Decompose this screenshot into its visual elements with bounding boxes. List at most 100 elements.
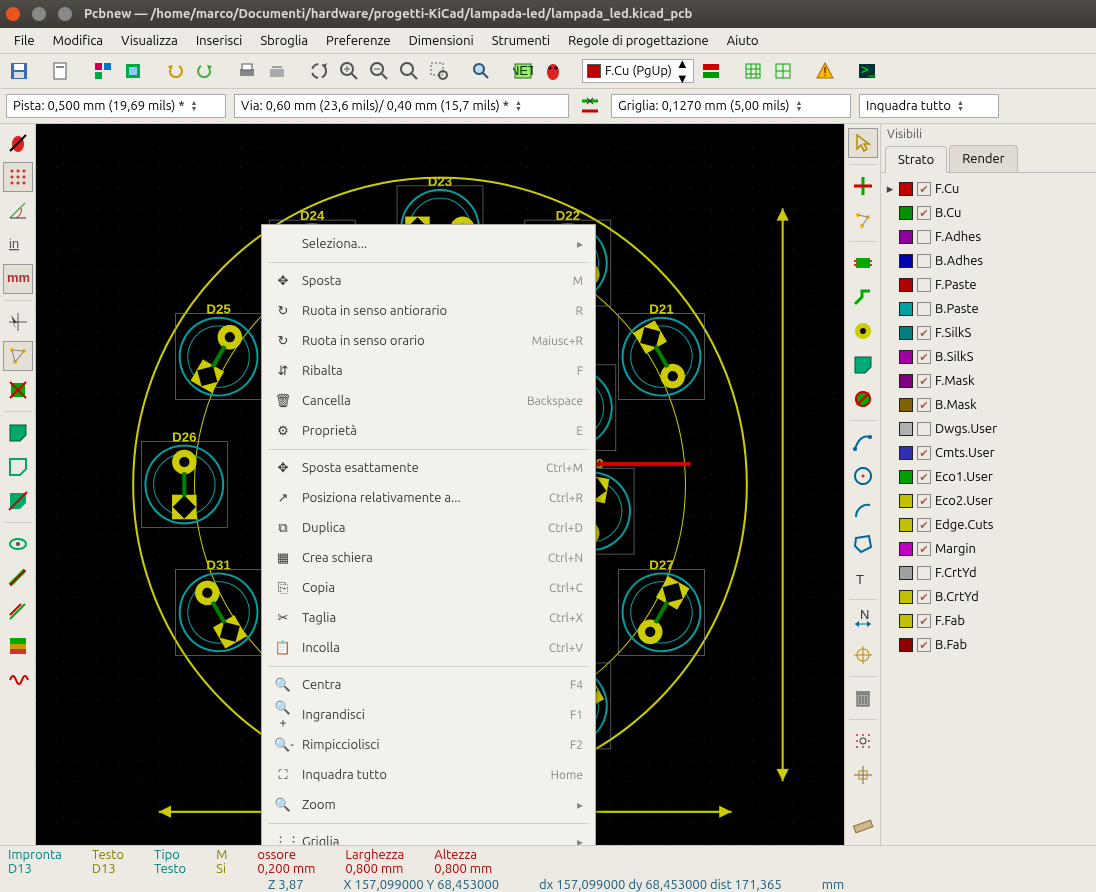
layer-visibility-checkbox[interactable]: ✔ [917, 494, 931, 508]
layer-visibility-checkbox[interactable] [917, 230, 931, 244]
window-maximize-button[interactable] [58, 7, 72, 21]
layer-color-swatch[interactable] [899, 566, 913, 580]
layer-row[interactable]: F.Paste [883, 273, 1094, 297]
menu-item[interactable]: ✥ Sposta M [262, 266, 595, 296]
layer-visibility-checkbox[interactable] [917, 278, 931, 292]
menu-item[interactable]: ✂ Taglia Ctrl+X [262, 603, 595, 633]
layer-color-swatch[interactable] [899, 326, 913, 340]
add-polygon-icon[interactable] [848, 529, 878, 559]
layer-visibility-checkbox[interactable] [917, 566, 931, 580]
units-mm-icon[interactable]: mm [3, 264, 33, 294]
layer-color-swatch[interactable] [899, 398, 913, 412]
module-viewer-icon[interactable] [120, 58, 146, 84]
menu-item[interactable]: ⚙ Proprietà E [262, 416, 595, 446]
layer-row[interactable]: B.Paste [883, 297, 1094, 321]
layer-row[interactable]: ✔ F.Fab [883, 609, 1094, 633]
measure-icon[interactable] [848, 811, 878, 841]
pcb-canvas[interactable]: D23 D22 D21 D27 D28 D29 D30 D31 D24 D25 [36, 124, 844, 845]
layer-visibility-checkbox[interactable]: ✔ [917, 470, 931, 484]
auto-delete-track-icon[interactable] [3, 375, 33, 405]
menu-item[interactable]: ↻ Ruota in senso antiorario R [262, 296, 595, 326]
menu-item[interactable]: ⧉ Duplica Ctrl+D [262, 513, 595, 543]
layer-visibility-checkbox[interactable]: ✔ [917, 326, 931, 340]
layer-color-swatch[interactable] [899, 230, 913, 244]
grid-combo[interactable]: Griglia: 0,1270 mm (5,00 mils) ▲▼ [611, 94, 851, 118]
layer-color-swatch[interactable] [899, 278, 913, 292]
redo-icon[interactable] [192, 58, 218, 84]
layer-row[interactable]: ✔ B.Cu [883, 201, 1094, 225]
menu-strumenti[interactable]: Strumenti [484, 31, 558, 51]
pad-sketch-icon[interactable] [3, 529, 33, 559]
menu-item[interactable]: ⛶ Inquadra tutto Home [262, 760, 595, 790]
add-target-icon[interactable] [848, 640, 878, 670]
highlight-net-icon[interactable] [848, 171, 878, 201]
add-text-icon[interactable]: T [848, 563, 878, 593]
layer-color-swatch[interactable] [899, 446, 913, 460]
script-console-icon[interactable]: >_ [854, 58, 880, 84]
zoom-fit-icon[interactable] [396, 58, 422, 84]
undo-icon[interactable] [162, 58, 188, 84]
layer-color-swatch[interactable] [899, 470, 913, 484]
layer-color-swatch[interactable] [899, 542, 913, 556]
tab-render[interactable]: Render [949, 145, 1017, 172]
layer-color-swatch[interactable] [899, 422, 913, 436]
warning-icon[interactable]: ! [812, 58, 838, 84]
layer-visibility-checkbox[interactable]: ✔ [917, 182, 931, 196]
layer-row[interactable]: ✔ B.CrtYd [883, 585, 1094, 609]
active-layer-selector[interactable]: F.Cu (PgUp) ▲▼ [582, 59, 694, 83]
netlist-icon[interactable]: NET [510, 58, 536, 84]
layer-visibility-checkbox[interactable]: ✔ [917, 398, 931, 412]
zoom-out-icon[interactable] [366, 58, 392, 84]
layer-row[interactable]: ✔ Cmts.User [883, 441, 1094, 465]
add-line-icon[interactable] [848, 427, 878, 457]
layer-color-swatch[interactable] [899, 206, 913, 220]
menu-item[interactable]: Seleziona... ▸ [262, 229, 595, 259]
menu-preferenze[interactable]: Preferenze [318, 31, 399, 51]
layer-visibility-checkbox[interactable] [917, 302, 931, 316]
drc-icon[interactable] [540, 58, 566, 84]
zone-outline-icon[interactable] [3, 452, 33, 482]
grid-visible-icon[interactable] [3, 162, 33, 192]
polar-coord-icon[interactable] [3, 196, 33, 226]
window-close-button[interactable] [6, 7, 20, 21]
high-contrast-icon[interactable] [3, 631, 33, 661]
select-tool-icon[interactable] [848, 128, 878, 158]
drc-off-icon[interactable] [3, 128, 33, 158]
add-footprint-icon[interactable] [848, 248, 878, 278]
zoom-combo[interactable]: Inquadra tutto ▲▼ [859, 94, 999, 118]
menu-item[interactable]: 🔍 Centra F4 [262, 670, 595, 700]
units-in-icon[interactable]: in [3, 230, 33, 260]
track-width-combo[interactable]: Pista: 0,500 mm (19,69 mils) * ▲▼ [6, 94, 226, 118]
layer-visibility-checkbox[interactable] [917, 422, 931, 436]
layer-row[interactable]: ✔ Edge.Cuts [883, 513, 1094, 537]
track-sketch-icon[interactable] [3, 597, 33, 627]
menu-dimensioni[interactable]: Dimensioni [401, 31, 482, 51]
layer-row[interactable]: B.Adhes [883, 249, 1094, 273]
menu-item[interactable]: ✥ Sposta esattamente Ctrl+M [262, 453, 595, 483]
layer-row[interactable]: F.Adhes [883, 225, 1094, 249]
grid-green-icon[interactable] [740, 58, 766, 84]
menu-visualizza[interactable]: Visualizza [113, 31, 186, 51]
add-arc-icon[interactable] [848, 495, 878, 525]
layer-row[interactable]: ✔ B.Fab [883, 633, 1094, 657]
layer-color-swatch[interactable] [899, 254, 913, 268]
layer-color-swatch[interactable] [899, 350, 913, 364]
menu-modifica[interactable]: Modifica [45, 31, 111, 51]
zone-filled-icon[interactable] [3, 418, 33, 448]
set-origin-icon[interactable] [848, 726, 878, 756]
add-circle-icon[interactable] [848, 461, 878, 491]
window-minimize-button[interactable] [32, 7, 46, 21]
add-via-icon[interactable] [848, 316, 878, 346]
save-icon[interactable] [6, 58, 32, 84]
grid-origin-icon[interactable] [848, 760, 878, 790]
layer-color-swatch[interactable] [899, 590, 913, 604]
menu-item[interactable]: ↗ Posiziona relativamente a... Ctrl+R [262, 483, 595, 513]
ratsnest-icon[interactable] [3, 341, 33, 371]
add-zone-icon[interactable] [848, 350, 878, 380]
layer-row[interactable]: ▸ ✔ F.Cu [883, 177, 1094, 201]
layer-color-swatch[interactable] [899, 302, 913, 316]
menu-sbroglia[interactable]: Sbroglia [252, 31, 316, 51]
print-icon[interactable] [234, 58, 260, 84]
add-keepout-icon[interactable] [848, 384, 878, 414]
layer-color-swatch[interactable] [899, 374, 913, 388]
